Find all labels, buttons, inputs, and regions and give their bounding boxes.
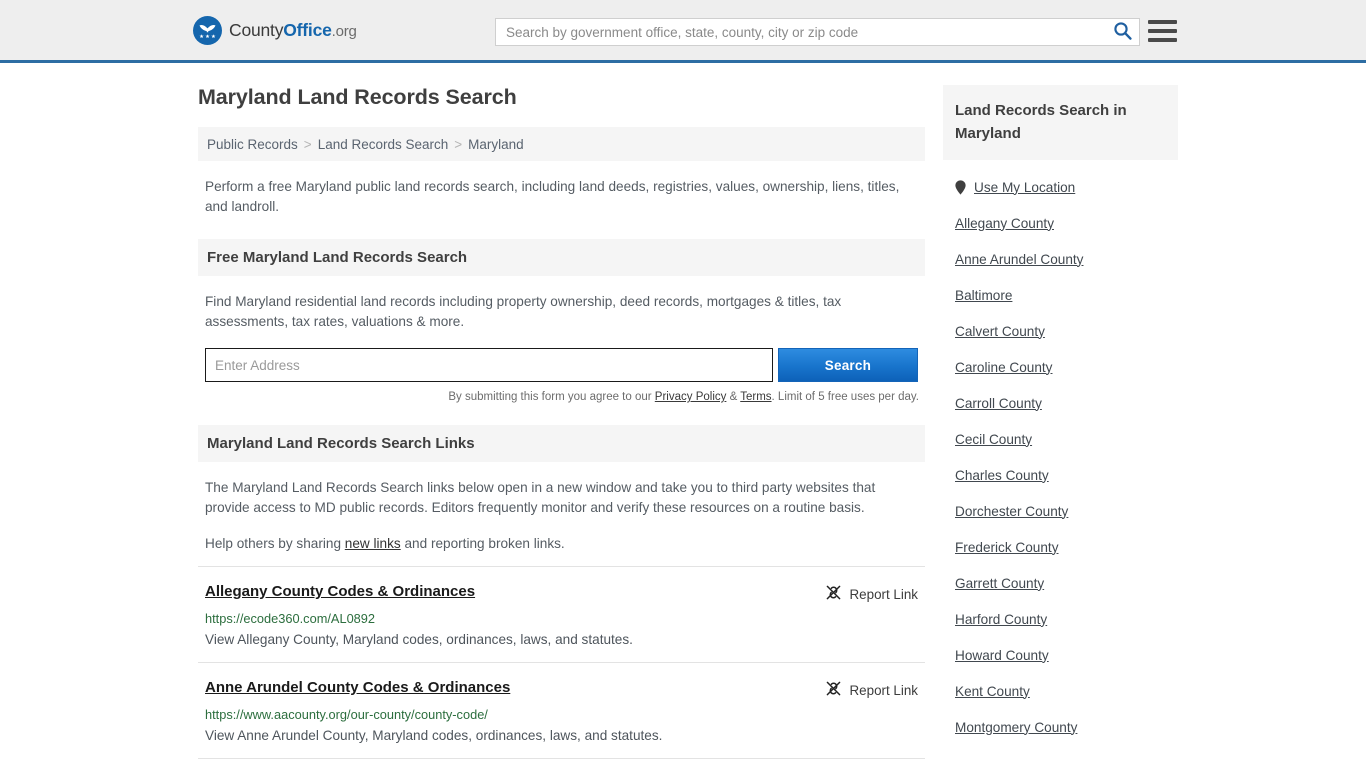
report-link-label: Report Link — [850, 587, 918, 602]
broken-link-icon — [825, 584, 842, 604]
sidebar-county-list: Use My Location Allegany County Anne Aru… — [943, 160, 1178, 745]
logo-text-county: County — [229, 20, 283, 40]
sidebar-item-label[interactable]: Cecil County — [955, 432, 1032, 447]
sidebar-item-label[interactable]: Baltimore — [955, 288, 1012, 303]
main-content: Maryland Land Records Search Public Reco… — [198, 63, 925, 768]
hamburger-menu-icon[interactable] — [1148, 18, 1177, 44]
address-search-form: Search — [198, 348, 925, 382]
sidebar-item-cecil-county[interactable]: Cecil County — [943, 421, 1178, 457]
privacy-policy-link[interactable]: Privacy Policy — [655, 391, 727, 403]
search-icon — [1113, 21, 1132, 43]
sidebar-heading: Land Records Search in Maryland — [943, 85, 1178, 160]
sidebar-item-garrett-county[interactable]: Garrett County — [943, 565, 1178, 601]
sidebar-item-frederick-county[interactable]: Frederick County — [943, 529, 1178, 565]
page-title: Maryland Land Records Search — [198, 85, 925, 110]
report-link-label: Report Link — [850, 683, 918, 698]
new-links-link[interactable]: new links — [345, 536, 401, 551]
disclaimer-post: . Limit of 5 free uses per day. — [772, 391, 919, 403]
link-result-title[interactable]: Anne Arundel County Codes & Ordinances — [205, 679, 510, 696]
links-section-paragraph: The Maryland Land Records Search links b… — [198, 462, 925, 518]
address-input[interactable] — [205, 348, 773, 382]
link-result-item: Baltimore County Codes & Ordinances Repo… — [198, 758, 925, 768]
logo-text: CountyOffice.org — [229, 20, 357, 41]
sidebar-item-caroline-county[interactable]: Caroline County — [943, 349, 1178, 385]
sidebar-item-dorchester-county[interactable]: Dorchester County — [943, 493, 1178, 529]
sidebar-item-anne-arundel-county[interactable]: Anne Arundel County — [943, 241, 1178, 277]
search-input[interactable] — [496, 19, 1105, 45]
sidebar-item-label[interactable]: Montgomery County — [955, 720, 1077, 735]
sidebar-item-label[interactable]: Frederick County — [955, 540, 1059, 555]
site-header: CountyOffice.org — [0, 0, 1366, 63]
sidebar-item-charles-county[interactable]: Charles County — [943, 457, 1178, 493]
links-section-heading: Maryland Land Records Search Links — [198, 425, 925, 462]
sidebar-item-label[interactable]: Anne Arundel County — [955, 252, 1083, 267]
free-search-description: Find Maryland residential land records i… — [198, 276, 925, 332]
disclaimer-amp: & — [726, 391, 740, 403]
share-post: and reporting broken links. — [401, 536, 565, 551]
breadcrumb-separator-icon: > — [454, 137, 462, 152]
link-result-description: View Allegany County, Maryland codes, or… — [205, 630, 918, 649]
link-result-item: Anne Arundel County Codes & Ordinances R… — [198, 662, 925, 758]
sidebar-item-label[interactable]: Use My Location — [974, 180, 1075, 195]
disclaimer-pre: By submitting this form you agree to our — [448, 391, 654, 403]
breadcrumb-item-land-records-search[interactable]: Land Records Search — [318, 137, 449, 152]
link-result-title[interactable]: Allegany County Codes & Ordinances — [205, 583, 475, 600]
breadcrumb-separator-icon: > — [304, 137, 312, 152]
global-search-box[interactable] — [495, 18, 1140, 46]
link-result-url[interactable]: https://www.aacounty.org/our-county/coun… — [205, 707, 918, 722]
share-links-text: Help others by sharing new links and rep… — [198, 518, 925, 554]
map-pin-icon — [955, 180, 966, 195]
sidebar-item-label[interactable]: Garrett County — [955, 576, 1044, 591]
sidebar-item-label[interactable]: Charles County — [955, 468, 1049, 483]
sidebar-item-label[interactable]: Carroll County — [955, 396, 1042, 411]
sidebar-item-label[interactable]: Harford County — [955, 612, 1047, 627]
sidebar: Land Records Search in Maryland Use My L… — [943, 63, 1178, 768]
page-body: Maryland Land Records Search Public Reco… — [0, 63, 1366, 768]
free-search-heading: Free Maryland Land Records Search — [198, 239, 925, 276]
logo-text-org: .org — [332, 23, 357, 40]
link-result-header: Anne Arundel County Codes & Ordinances R… — [205, 679, 918, 700]
link-result-header: Allegany County Codes & Ordinances Repor… — [205, 583, 918, 604]
sidebar-item-howard-county[interactable]: Howard County — [943, 637, 1178, 673]
sidebar-item-label[interactable]: Allegany County — [955, 216, 1054, 231]
sidebar-item-carroll-county[interactable]: Carroll County — [943, 385, 1178, 421]
sidebar-item-label[interactable]: Caroline County — [955, 360, 1052, 375]
breadcrumb: Public Records > Land Records Search > M… — [198, 127, 925, 161]
sidebar-item-montgomery-county[interactable]: Montgomery County — [943, 709, 1178, 745]
report-link-button[interactable]: Report Link — [825, 583, 918, 604]
share-pre: Help others by sharing — [205, 536, 345, 551]
sidebar-item-baltimore[interactable]: Baltimore — [943, 277, 1178, 313]
breadcrumb-item-public-records[interactable]: Public Records — [207, 137, 298, 152]
sidebar-item-calvert-county[interactable]: Calvert County — [943, 313, 1178, 349]
sidebar-item-kent-county[interactable]: Kent County — [943, 673, 1178, 709]
sidebar-item-label[interactable]: Kent County — [955, 684, 1030, 699]
sidebar-item-label[interactable]: Calvert County — [955, 324, 1045, 339]
eagle-seal-logo-icon — [193, 16, 222, 45]
form-disclaimer: By submitting this form you agree to our… — [198, 391, 925, 403]
link-result-description: View Anne Arundel County, Maryland codes… — [205, 726, 918, 745]
report-link-button[interactable]: Report Link — [825, 679, 918, 700]
sidebar-item-use-my-location[interactable]: Use My Location — [943, 169, 1178, 205]
link-result-url[interactable]: https://ecode360.com/AL0892 — [205, 611, 918, 626]
sidebar-item-allegany-county[interactable]: Allegany County — [943, 205, 1178, 241]
breadcrumb-item-maryland: Maryland — [468, 137, 524, 152]
sidebar-item-label[interactable]: Dorchester County — [955, 504, 1068, 519]
sidebar-item-label[interactable]: Howard County — [955, 648, 1049, 663]
link-result-item: Allegany County Codes & Ordinances Repor… — [198, 566, 925, 662]
search-submit-button[interactable] — [1105, 19, 1139, 45]
site-logo[interactable]: CountyOffice.org — [193, 16, 357, 45]
broken-link-icon — [825, 680, 842, 700]
address-search-button[interactable]: Search — [778, 348, 918, 382]
sidebar-item-harford-county[interactable]: Harford County — [943, 601, 1178, 637]
terms-link[interactable]: Terms — [740, 391, 771, 403]
page-intro-text: Perform a free Maryland public land reco… — [198, 161, 925, 217]
logo-text-office: Office — [283, 20, 331, 40]
